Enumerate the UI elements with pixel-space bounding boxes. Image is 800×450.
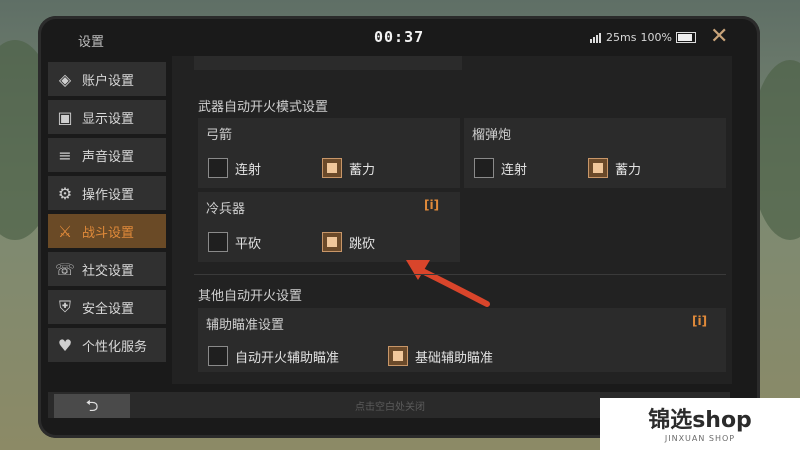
sound-icon: ≡ (58, 145, 72, 165)
personalization-icon: ♥ (57, 335, 73, 355)
shop-watermark: 锦选shop JINXUAN SHOP (600, 398, 800, 450)
section-title-other: 其他自动开火设置 (198, 289, 303, 304)
scrolled-panel (194, 56, 462, 70)
combat-icon: ⚔ (57, 221, 73, 241)
basic-aim-checkbox[interactable] (388, 346, 408, 366)
back-button[interactable]: ⮌ (54, 394, 130, 418)
bow-charge-label: 蓄力 (349, 163, 376, 178)
melee-slash-label: 平砍 (235, 237, 262, 252)
sidebar-item-label: 战斗设置 (82, 225, 135, 241)
ping-text: 25ms (606, 31, 637, 44)
info-icon-letter: i (697, 314, 702, 328)
sidebar-item-display[interactable]: ▣ 显示设置 (48, 100, 166, 134)
display-icon: ▣ (57, 107, 73, 127)
grenade-panel: 榴弹炮 连射 蓄力 (464, 118, 726, 188)
back-arrow-icon: ⮌ (85, 396, 99, 415)
bow-rapid-checkbox[interactable] (208, 158, 228, 178)
auto-fire-aim-checkbox[interactable] (208, 346, 228, 366)
signal-icon (590, 32, 601, 43)
info-icon[interactable]: [i] (424, 198, 439, 212)
melee-jump-label: 跳砍 (349, 237, 376, 252)
melee-slash-checkbox[interactable] (208, 232, 228, 252)
sidebar-item-label: 账户设置 (82, 73, 135, 89)
battery-text: 100% (640, 31, 672, 44)
bow-rapid-label: 连射 (235, 163, 262, 178)
close-hint: 点击空白处关闭 (355, 402, 425, 413)
sidebar-item-social[interactable]: ☏ 社交设置 (48, 252, 166, 286)
melee-jump-checkbox[interactable] (322, 232, 342, 252)
settings-content[interactable]: 武器自动开火模式设置 弓箭 连射 蓄力 榴弹炮 连射 蓄力 冷兵器 [i] 平砍… (172, 56, 732, 384)
top-bar: 设置 00:37 25ms 100% ✕ (38, 18, 760, 58)
window-title: 设置 (78, 35, 105, 50)
grenade-title: 榴弹炮 (472, 128, 512, 143)
info-icon-letter: i (429, 198, 434, 212)
controls-icon: ⚙ (57, 183, 73, 203)
aim-assist-title: 辅助瞄准设置 (206, 318, 285, 333)
social-icon: ☏ (54, 259, 75, 279)
divider (194, 274, 726, 275)
auto-fire-aim-label: 自动开火辅助瞄准 (235, 351, 340, 366)
sidebar-item-label: 声音设置 (82, 149, 135, 165)
shop-subtitle: JINXUAN SHOP (664, 434, 736, 443)
account-icon: ◈ (58, 69, 72, 89)
sidebar-item-label: 操作设置 (82, 187, 135, 203)
grenade-charge-label: 蓄力 (615, 163, 642, 178)
sidebar: ◈ 账户设置 ▣ 显示设置 ≡ 声音设置 ⚙ 操作设置 ⚔ 战斗设置 ☏ 社交设… (48, 62, 166, 366)
status-indicators: 25ms 100% (590, 31, 696, 44)
info-icon[interactable]: [i] (692, 314, 707, 328)
sidebar-item-sound[interactable]: ≡ 声音设置 (48, 138, 166, 172)
shop-name: 锦选shop (648, 408, 752, 433)
sidebar-item-personalization[interactable]: ♥ 个性化服务 (48, 328, 166, 362)
melee-title: 冷兵器 (206, 202, 246, 217)
annotation-arrow-icon (406, 260, 490, 307)
basic-aim-label: 基础辅助瞄准 (415, 351, 494, 366)
aim-assist-panel: 辅助瞄准设置 [i] 自动开火辅助瞄准 基础辅助瞄准 (198, 308, 726, 372)
sidebar-item-label: 显示设置 (82, 111, 135, 127)
grenade-rapid-checkbox[interactable] (474, 158, 494, 178)
security-icon: ⛨ (58, 297, 71, 316)
sidebar-item-label: 安全设置 (82, 301, 135, 317)
sidebar-item-label: 个性化服务 (82, 339, 148, 355)
sidebar-item-account[interactable]: ◈ 账户设置 (48, 62, 166, 96)
bow-title: 弓箭 (206, 128, 233, 143)
bow-panel: 弓箭 连射 蓄力 (198, 118, 460, 188)
battery-icon (675, 32, 696, 43)
sidebar-item-combat[interactable]: ⚔ 战斗设置 (48, 214, 166, 248)
grenade-charge-checkbox[interactable] (588, 158, 608, 178)
sidebar-item-controls[interactable]: ⚙ 操作设置 (48, 176, 166, 210)
clock: 00:37 (374, 28, 425, 46)
close-icon[interactable]: ✕ (710, 24, 728, 49)
bow-charge-checkbox[interactable] (322, 158, 342, 178)
grenade-rapid-label: 连射 (501, 163, 528, 178)
sidebar-item-security[interactable]: ⛨ 安全设置 (48, 290, 166, 324)
section-title-weapon: 武器自动开火模式设置 (198, 100, 329, 115)
sidebar-item-label: 社交设置 (82, 263, 135, 279)
